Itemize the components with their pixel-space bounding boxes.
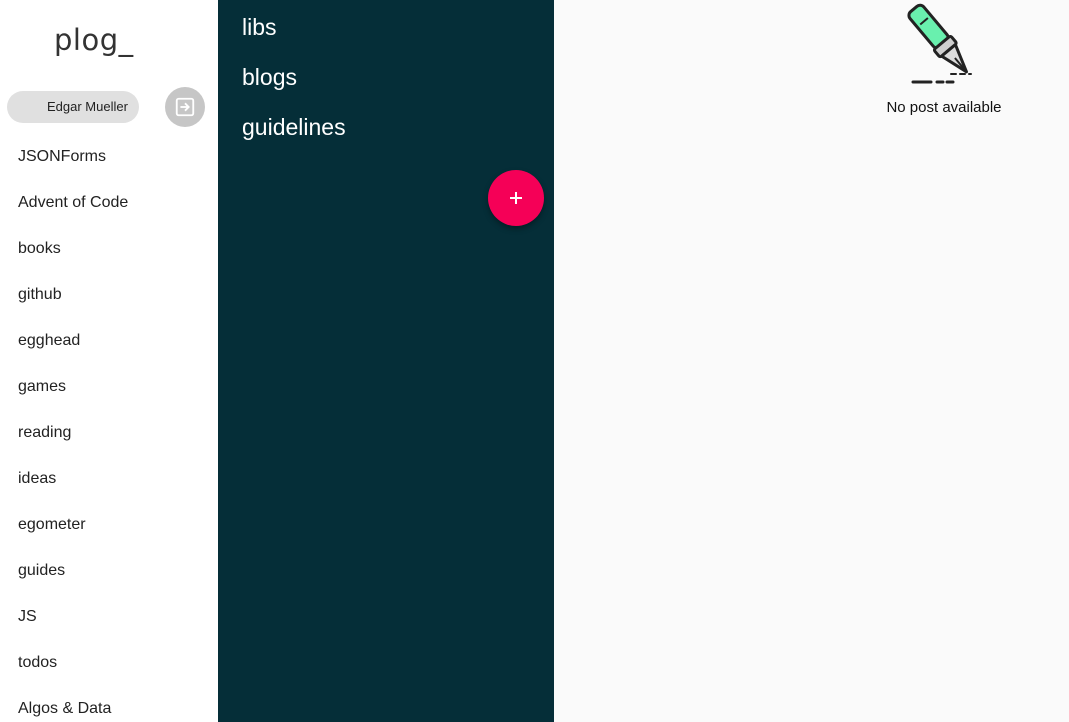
add-category-button[interactable] <box>488 170 544 226</box>
category-item[interactable]: libs <box>242 2 346 52</box>
user-chip[interactable]: Edgar Mueller <box>7 91 139 123</box>
sidebar-item[interactable]: reading <box>0 410 218 456</box>
plus-icon <box>510 192 522 204</box>
sidebar-item[interactable]: JSONForms <box>0 134 218 180</box>
sidebar-item[interactable]: JS <box>0 594 218 640</box>
category-item[interactable]: blogs <box>242 52 346 102</box>
category-item[interactable]: guidelines <box>242 102 346 152</box>
sidebar-item[interactable]: ideas <box>0 456 218 502</box>
post-area: No post available <box>554 0 1069 722</box>
sidebar: plog_ Edgar Mueller JSONForms Advent of … <box>0 0 218 722</box>
sidebar-item[interactable]: games <box>0 364 218 410</box>
sidebar-item[interactable]: github <box>0 272 218 318</box>
sidebar-item[interactable]: guides <box>0 548 218 594</box>
fountain-pen-icon <box>907 3 972 84</box>
logout-icon <box>175 97 195 117</box>
sidebar-item[interactable]: Advent of Code <box>0 180 218 226</box>
app-logo: plog_ <box>54 23 134 57</box>
sidebar-item[interactable]: books <box>0 226 218 272</box>
category-panel: libs blogs guidelines <box>218 0 554 722</box>
empty-state: No post available <box>864 0 1024 116</box>
sidebar-item[interactable]: egghead <box>0 318 218 364</box>
empty-message: No post available <box>886 99 1002 116</box>
category-list: libs blogs guidelines <box>242 2 346 152</box>
sidebar-item[interactable]: egometer <box>0 502 218 548</box>
project-list: JSONForms Advent of Code books github eg… <box>0 134 218 722</box>
logout-button[interactable] <box>165 87 205 127</box>
sidebar-item[interactable]: todos <box>0 640 218 686</box>
sidebar-item[interactable]: Algos & Data <box>0 686 218 722</box>
